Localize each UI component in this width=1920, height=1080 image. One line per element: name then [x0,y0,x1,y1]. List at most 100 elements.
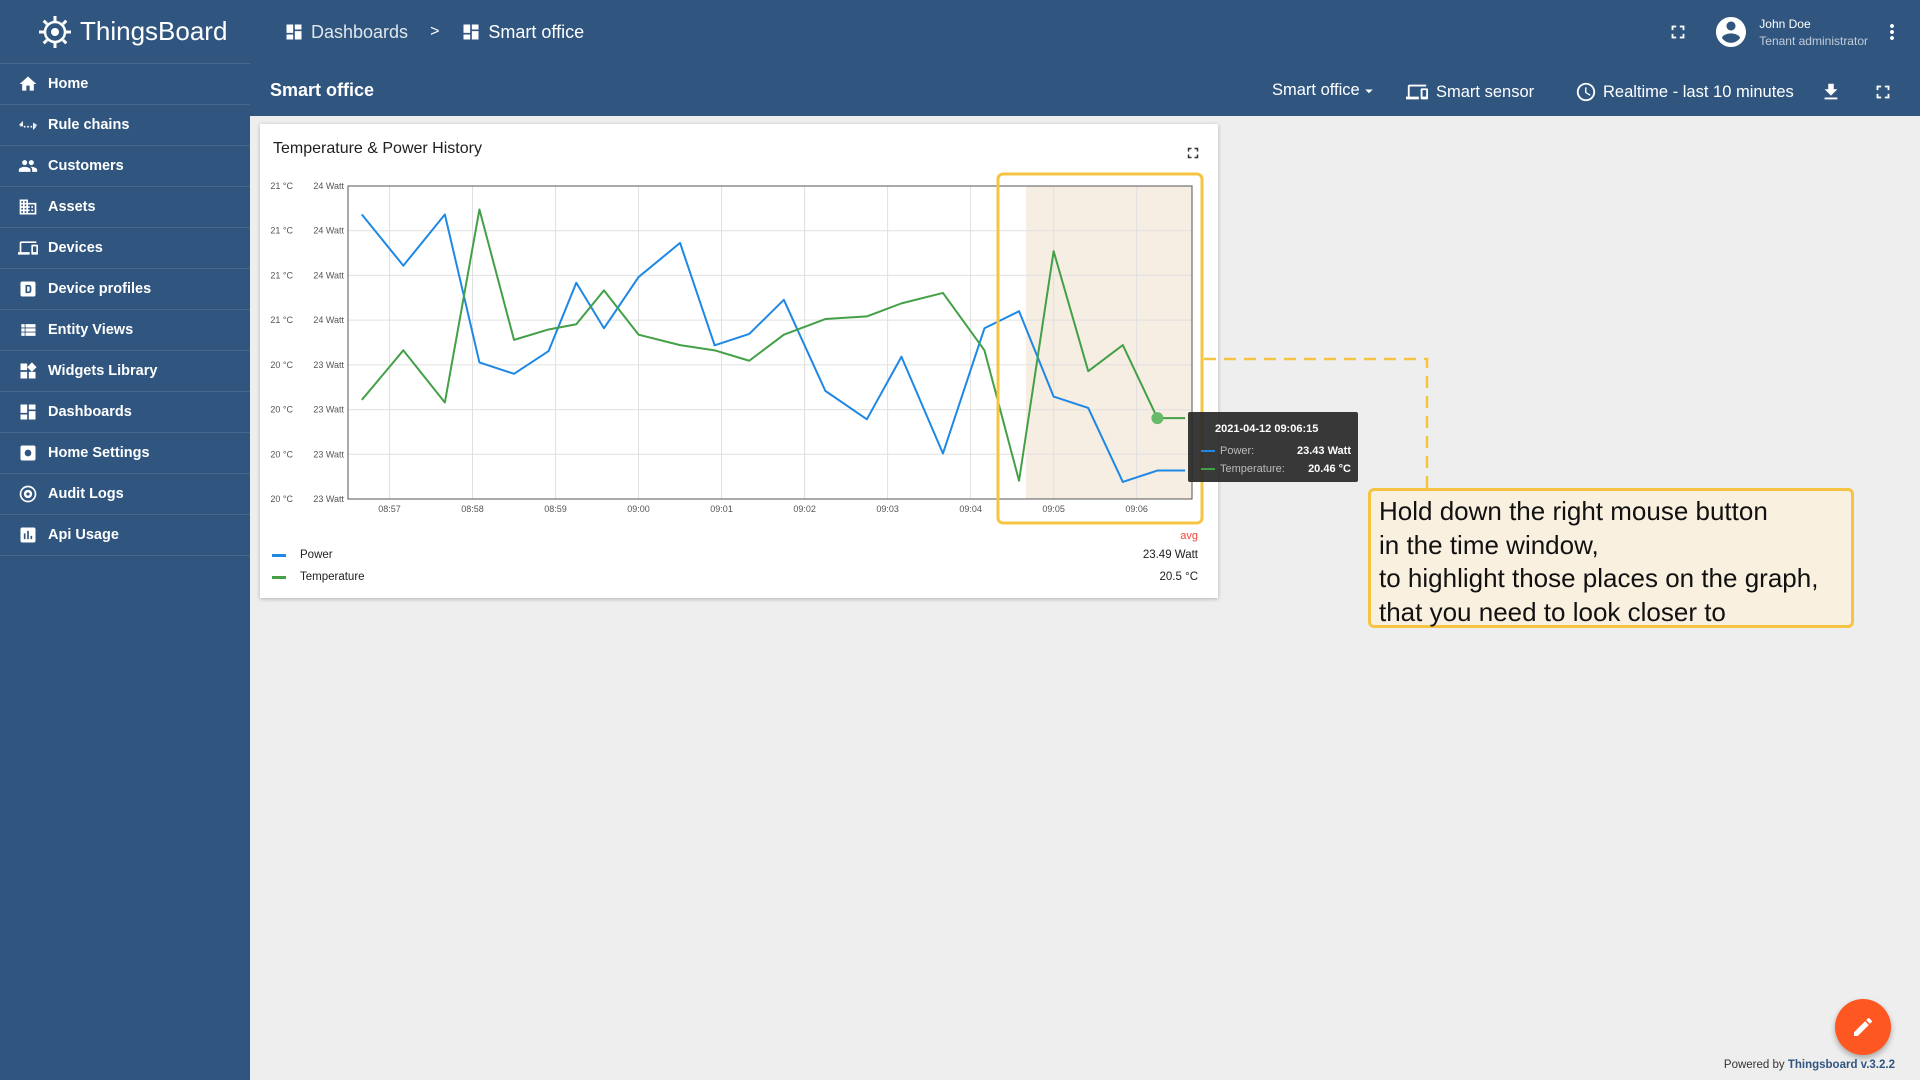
export-button[interactable] [1820,81,1842,103]
sidebar-item-label: Rule chains [48,117,130,133]
dashboards-icon [463,24,479,40]
callout-line: Hold down the right mouse button [1379,496,1768,526]
sidebar-item-home[interactable]: Home [0,64,250,105]
y-right-tick: 23 Watt [313,449,344,459]
x-tick: 09:00 [627,504,650,514]
customers-icon [18,160,38,172]
x-tick: 09:01 [710,504,733,514]
home-icon [19,76,37,91]
sidebar-item-label: Device profiles [48,281,152,297]
state-select-value: Smart office [1272,81,1360,99]
legend-label: Temperature [300,571,365,583]
sidebar-item-label: Widgets Library [48,363,158,379]
sidebar-item-label: Audit Logs [48,486,124,502]
user-role: Tenant administrator [1759,33,1868,48]
clock-icon [1576,82,1596,102]
footer-prefix: Powered by [1723,1059,1785,1071]
sidebar-item-api-usage[interactable]: Api Usage [0,515,250,556]
legend-label: Power [300,549,333,561]
assets-icon [19,199,37,215]
legend-avg-value: 23.49 Watt [1142,549,1198,561]
sidebar-item-rule-chains[interactable]: Rule chains [0,105,250,146]
sidebar-item-label: Home [48,76,89,92]
sidebar-item-widgets-library[interactable]: Widgets Library [0,351,250,392]
y-left-tick: 21 °C [270,270,293,280]
y-right-tick: 24 Watt [313,226,344,236]
tooltip-value: 23.43 Watt [1296,445,1351,457]
logo[interactable]: ThingsBoard [0,0,250,64]
sidebar-item-device-profiles[interactable]: Device profiles [0,269,250,310]
user-name: John Doe [1759,16,1811,31]
chevron-down-icon [1364,89,1373,93]
legend-swatch [272,575,286,579]
state-select[interactable]: Smart office [1272,81,1378,100]
user-info[interactable]: John Doe Tenant administrator [1759,17,1868,48]
sidebar-item-devices[interactable]: Devices [0,228,250,269]
entity-alias-button[interactable]: Smart sensor [1406,81,1534,103]
x-tick: 08:57 [378,504,401,514]
tooltip-swatch [1201,468,1215,470]
legend-item-power[interactable]: Power [272,549,333,561]
dashboard-fullscreen-button[interactable] [1872,81,1894,103]
sidebar-item-audit-logs[interactable]: Audit Logs [0,474,250,515]
sidebar-item-home-settings[interactable]: Home Settings [0,433,250,474]
footer: Powered by Thingsboard v.3.2.2 [1724,1059,1895,1071]
chart-tooltip: 2021-04-12 09:06:15 Power: 23.43 Watt Te… [1188,412,1358,482]
pencil-icon [1854,1017,1873,1036]
tooltip-row-power: Power: 23.43 Watt [1201,445,1351,457]
account-icon[interactable] [1713,14,1749,50]
tooltip-time: 2021-04-12 09:06:15 [1215,423,1319,435]
x-tick: 09:06 [1125,504,1148,514]
footer-link[interactable]: Thingsboard v.3.2.2 [1788,1059,1895,1071]
x-tick: 08:59 [544,504,567,514]
fullscreen-icon [1876,85,1890,99]
entity-alias-label: Smart sensor [1436,82,1535,101]
callout-line: in the time window, [1379,529,1599,560]
y-left-tick: 21 °C [270,181,293,191]
y-left-tick: 21 °C [270,226,293,236]
top-right-controls: John Doe Tenant administrator [1667,0,1920,64]
sidebar-item-label: Api Usage [48,527,119,543]
y-right-tick: 24 Watt [313,270,344,280]
x-tick: 09:05 [1042,504,1065,514]
x-tick: 08:58 [461,504,484,514]
more-vert-icon[interactable] [1880,20,1904,44]
fullscreen-icon[interactable] [1667,21,1689,43]
sidebar-item-label: Entity Views [48,322,134,338]
breadcrumb-label: Dashboards [311,21,409,42]
device-profiles-icon [20,281,36,297]
devices-icon [18,241,38,255]
sidebar-item-label: Customers [48,158,124,174]
edit-dashboard-button[interactable] [1835,999,1891,1055]
timewindow-button[interactable]: Realtime - last 10 minutes [1575,81,1794,103]
sidebar-item-dashboards[interactable]: Dashboards [0,392,250,433]
legend-avg-header: avg [1180,530,1198,542]
tooltip-value: 20.46 °C [1308,463,1351,475]
thingsboard-logo-icon [39,15,71,48]
sidebar-item-customers[interactable]: Customers [0,146,250,187]
y-left-tick: 20 °C [270,494,293,504]
breadcrumb-label: Smart office [488,21,585,42]
legend-swatch [272,553,286,557]
sidebar-item-assets[interactable]: Assets [0,187,250,228]
legend-item-temperature[interactable]: Temperature [272,571,365,583]
breadcrumb-dashboards[interactable]: Dashboards [284,22,408,43]
breadcrumb-current: Smart office [461,22,584,43]
x-tick: 09:04 [959,504,982,514]
line-chart[interactable]: 21 °C 24 Watt 21 °C 24 Watt 21 °C 24 Watt 21 °… [260,124,1218,534]
dashboards-icon [20,404,36,420]
y-right-tick: 23 Watt [313,360,344,370]
dashboards-icon [286,24,302,40]
hover-marker [1151,412,1164,425]
breadcrumb-separator: > [430,23,440,40]
sidebar-item-label: Dashboards [48,404,132,420]
x-tick: 09:02 [793,504,816,514]
timewindow-label: Realtime - last 10 minutes [1603,82,1794,101]
chart-widget: Temperature & Power History 21 °C 24 Watt… [260,124,1218,598]
sidebar-item-entity-views[interactable]: Entity Views [0,310,250,351]
sidebar-item-label: Assets [48,199,96,215]
api-usage-icon [20,527,36,543]
tooltip-swatch [1201,450,1215,452]
app-name: ThingsBoard [80,16,228,46]
legend-avg-value: 20.5 °C [1159,571,1198,583]
